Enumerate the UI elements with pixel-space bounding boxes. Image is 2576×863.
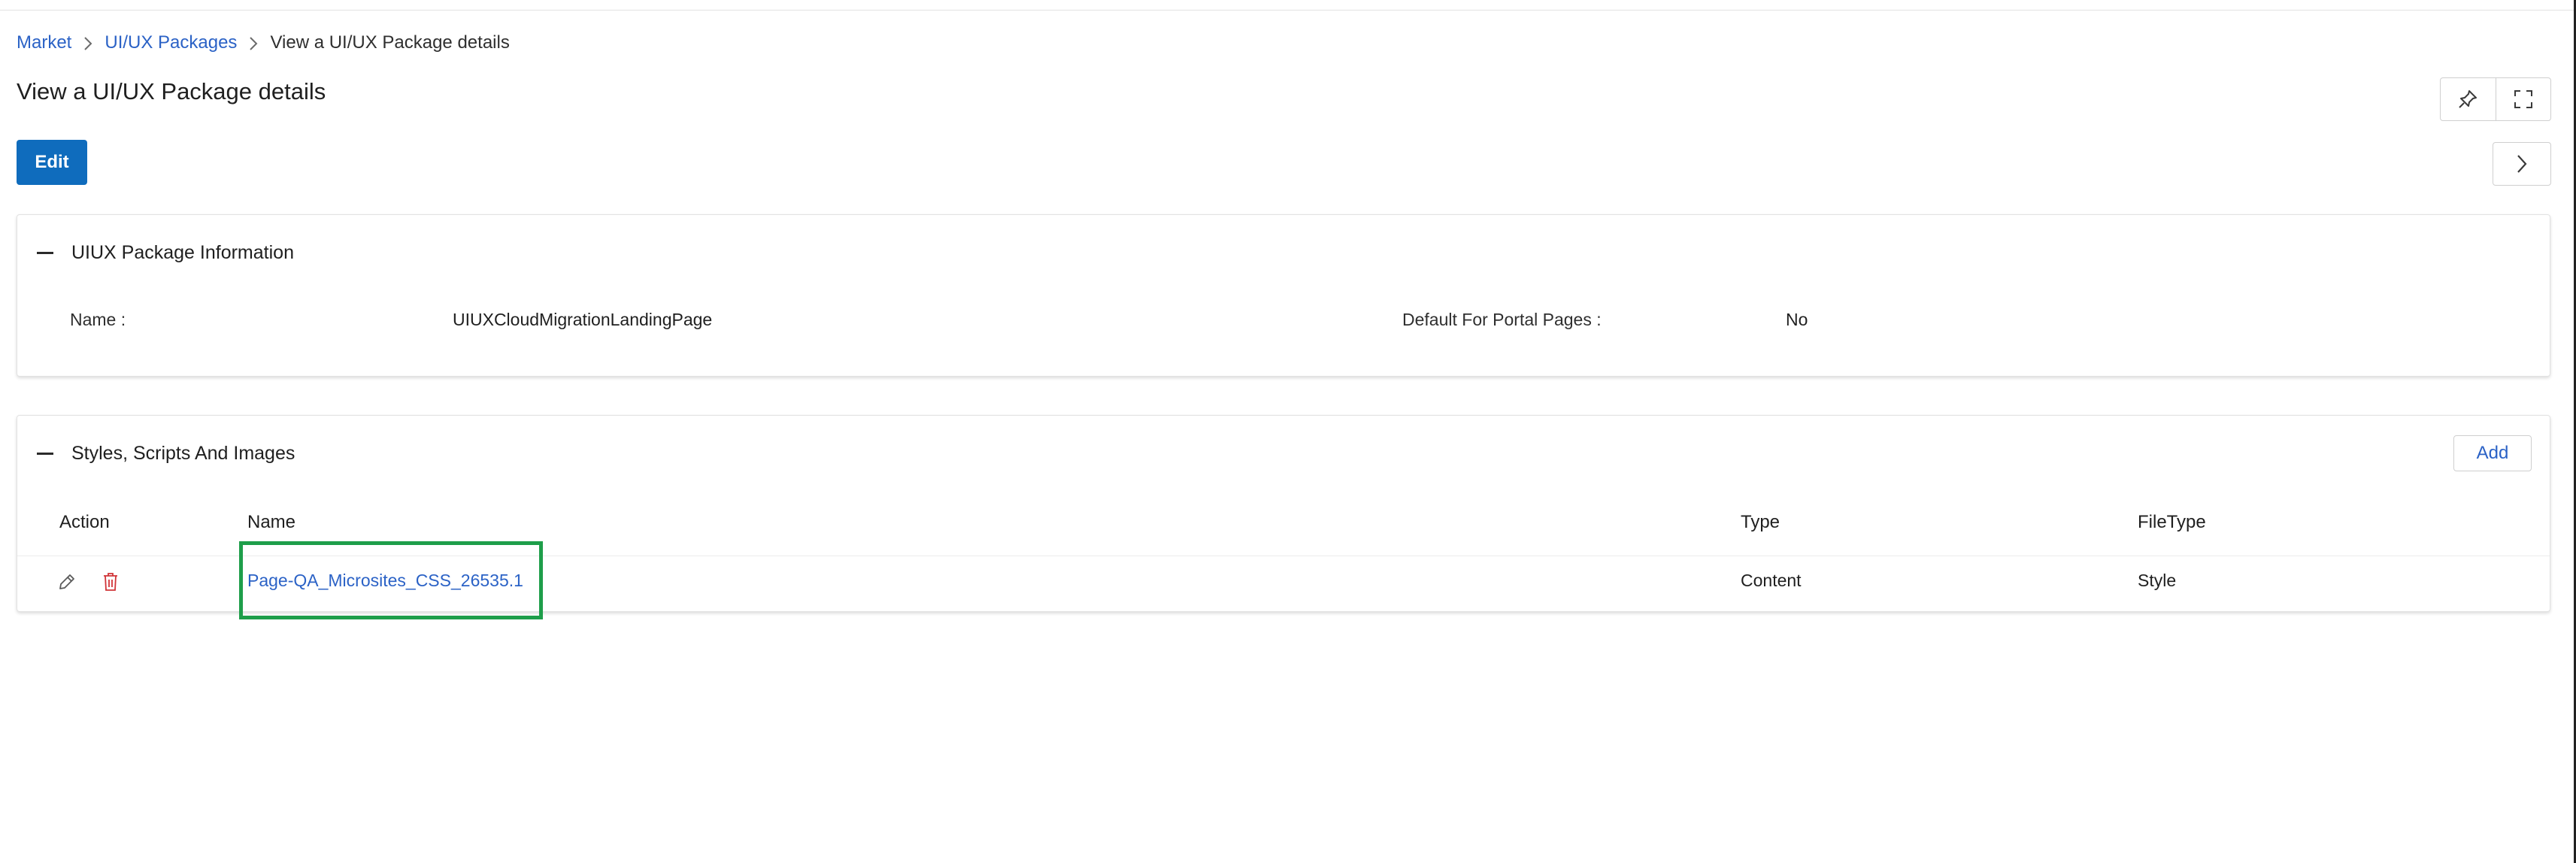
column-header-name[interactable]: Name (247, 512, 295, 533)
default-portal-value: No (1786, 310, 1808, 329)
trash-icon[interactable] (100, 571, 121, 593)
column-header-action: Action (59, 512, 110, 532)
name-value: UIUXCloudMigrationLandingPage (453, 310, 713, 329)
section-title: Styles, Scripts And Images (71, 442, 295, 464)
section-header[interactable]: Styles, Scripts And Images (37, 438, 295, 468)
collapse-icon[interactable] (37, 452, 53, 455)
section-title: UIUX Package Information (71, 241, 294, 263)
edit-button[interactable]: Edit (17, 140, 87, 185)
pencil-icon[interactable] (56, 571, 77, 593)
section-header[interactable]: UIUX Package Information (37, 238, 294, 268)
breadcrumb-market[interactable]: Market (17, 32, 71, 53)
breadcrumb-current: View a UI/UX Package details (270, 32, 510, 53)
top-divider (0, 10, 2574, 11)
page-title: View a UI/UX Package details (17, 78, 326, 104)
breadcrumb: Market UI/UX Packages View a UI/UX Packa… (17, 30, 510, 56)
collapse-icon[interactable] (37, 251, 53, 254)
asset-type: Content (1741, 571, 1802, 590)
column-header-filetype[interactable]: FileType (2138, 512, 2206, 533)
breadcrumb-uiux-packages[interactable]: UI/UX Packages (105, 32, 237, 53)
column-header-type[interactable]: Type (1741, 512, 1780, 533)
pin-icon[interactable] (2441, 78, 2496, 120)
uiux-package-info-section: UIUX Package Information Name : UIUXClou… (17, 214, 2550, 377)
highlight-box (239, 541, 543, 619)
chevron-right-icon (237, 32, 270, 53)
view-controls (2440, 77, 2551, 121)
fullscreen-icon[interactable] (2495, 78, 2551, 120)
default-portal-label: Default For Portal Pages : (1402, 310, 1602, 329)
asset-filetype: Style (2138, 571, 2177, 590)
chevron-right-icon (71, 32, 105, 53)
add-button[interactable]: Add (2453, 435, 2532, 471)
chevron-right-icon[interactable] (2493, 142, 2551, 186)
name-label: Name : (70, 310, 126, 329)
